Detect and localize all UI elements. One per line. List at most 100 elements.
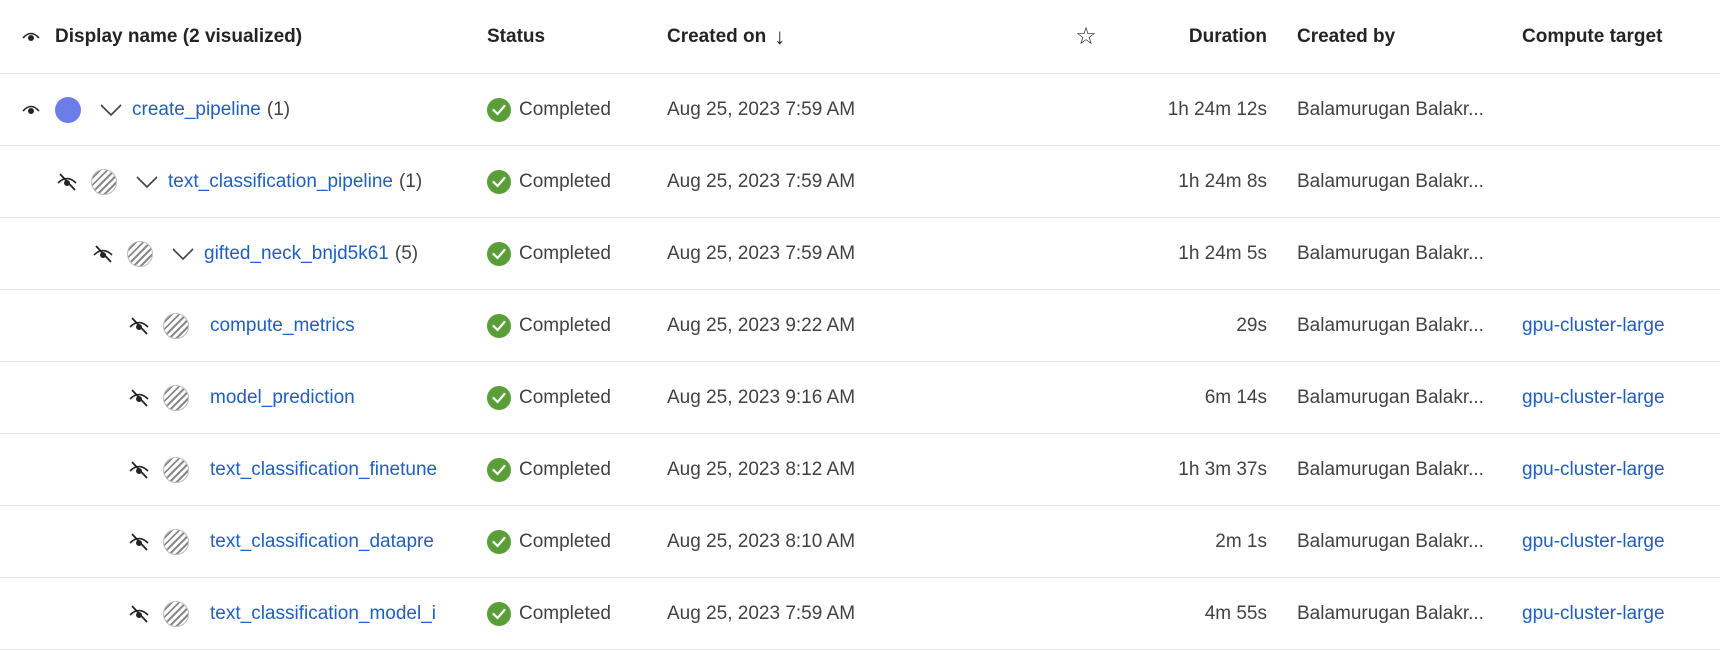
eye-off-icon[interactable] (92, 243, 114, 265)
created-on-text: Aug 25, 2023 7:59 AM (667, 602, 856, 624)
cell-created-on: Aug 25, 2023 7:59 AM (667, 74, 927, 145)
run-name-link[interactable]: gifted_neck_bnjd5k61 (204, 243, 389, 265)
header-created-on-label: Created on (667, 25, 767, 47)
table-row[interactable]: model_prediction Completed Aug 25, 2023 … (0, 362, 1720, 434)
color-swatch[interactable] (163, 384, 189, 411)
cell-display-name: gifted_neck_bnjd5k61 (5) (20, 218, 460, 289)
cell-compute-target: gpu-cluster-large (1522, 362, 1720, 433)
run-name-link[interactable]: create_pipeline (132, 99, 261, 121)
run-name-link[interactable]: text_classification_model_i (210, 603, 436, 625)
created-on-text: Aug 25, 2023 9:22 AM (667, 314, 856, 336)
table-row[interactable]: text_classification_model_i Completed Au… (0, 578, 1720, 650)
table-row[interactable]: text_classification_pipeline (1) Complet… (0, 146, 1720, 218)
run-name-link[interactable]: text_classification_finetune (210, 459, 437, 481)
eye-off-icon[interactable] (128, 459, 150, 481)
duration-text: 1h 24m 8s (1178, 170, 1267, 192)
duration-text: 1h 24m 12s (1167, 98, 1267, 120)
cell-display-name: text_classification_finetune (20, 434, 460, 505)
header-compute-target[interactable]: Compute target (1522, 0, 1720, 73)
table-row[interactable]: create_pipeline (1) Completed Aug 25, 20… (0, 74, 1720, 146)
cell-status: Completed (487, 434, 647, 505)
status-text: Completed (519, 242, 611, 264)
cell-created-on: Aug 25, 2023 9:16 AM (667, 362, 927, 433)
run-name-link[interactable]: text_classification_pipeline (168, 171, 393, 193)
cell-compute-target (1522, 74, 1720, 145)
status-text: Completed (519, 314, 611, 336)
compute-target-link[interactable]: gpu-cluster-large (1522, 531, 1665, 553)
created-on-text: Aug 25, 2023 7:59 AM (667, 98, 856, 120)
cell-display-name: model_prediction (20, 362, 460, 433)
chevron-down-icon[interactable] (98, 97, 124, 123)
header-duration-label: Duration (1188, 25, 1267, 47)
check-circle-icon (487, 601, 511, 626)
header-duration[interactable]: Duration (1100, 0, 1267, 73)
created-on-text: Aug 25, 2023 7:59 AM (667, 170, 856, 192)
created-by-text: Balamurugan Balakr... (1297, 458, 1484, 480)
cell-duration: 1h 24m 12s (1100, 74, 1267, 145)
compute-target-link[interactable]: gpu-cluster-large (1522, 459, 1665, 481)
color-swatch[interactable] (55, 96, 81, 123)
compute-target-link[interactable]: gpu-cluster-large (1522, 603, 1665, 625)
chevron-down-icon[interactable] (170, 241, 196, 267)
cell-created-by: Balamurugan Balakr... (1297, 362, 1497, 433)
check-circle-icon (487, 169, 511, 194)
eye-off-icon[interactable] (128, 387, 150, 409)
favorite-star-icon[interactable]: ☆ (1072, 0, 1100, 73)
created-by-text: Balamurugan Balakr... (1297, 242, 1484, 264)
cell-display-name: compute_metrics (20, 290, 460, 361)
cell-duration: 1h 3m 37s (1100, 434, 1267, 505)
cell-created-on: Aug 25, 2023 8:10 AM (667, 506, 927, 577)
check-circle-icon (487, 97, 511, 122)
created-on-text: Aug 25, 2023 9:16 AM (667, 386, 856, 408)
check-circle-icon (487, 241, 511, 266)
child-count: (5) (394, 242, 419, 264)
eye-icon[interactable] (20, 26, 42, 48)
table-row[interactable]: gifted_neck_bnjd5k61 (5) Completed Aug 2… (0, 218, 1720, 290)
cell-created-on: Aug 25, 2023 7:59 AM (667, 218, 927, 289)
compute-target-link[interactable]: gpu-cluster-large (1522, 387, 1665, 409)
cell-display-name: text_classification_datapre (20, 506, 460, 577)
run-name-link[interactable]: text_classification_datapre (210, 531, 434, 553)
color-swatch[interactable] (127, 240, 153, 267)
color-swatch[interactable] (91, 168, 117, 195)
duration-text: 4m 55s (1204, 602, 1267, 624)
cell-compute-target: gpu-cluster-large (1522, 578, 1720, 649)
child-count: (1) (266, 98, 291, 120)
run-name-link[interactable]: compute_metrics (210, 315, 355, 337)
color-swatch[interactable] (163, 528, 189, 555)
header-display-name[interactable]: Display name (2 visualized) (20, 0, 460, 73)
cell-created-by: Balamurugan Balakr... (1297, 146, 1497, 217)
eye-off-icon[interactable] (128, 603, 150, 625)
created-by-text: Balamurugan Balakr... (1297, 530, 1484, 552)
table-row[interactable]: text_classification_finetune Completed A… (0, 434, 1720, 506)
table-row[interactable]: text_classification_datapre Completed Au… (0, 506, 1720, 578)
cell-duration: 6m 14s (1100, 362, 1267, 433)
eye-off-icon[interactable] (128, 531, 150, 553)
eye-icon[interactable] (20, 99, 42, 121)
compute-target-link[interactable]: gpu-cluster-large (1522, 315, 1665, 337)
eye-off-icon[interactable] (128, 315, 150, 337)
cell-created-on: Aug 25, 2023 7:59 AM (667, 146, 927, 217)
chevron-down-icon[interactable] (134, 169, 160, 195)
duration-text: 1h 24m 5s (1178, 242, 1267, 264)
color-swatch[interactable] (163, 600, 189, 627)
table-row[interactable]: compute_metrics Completed Aug 25, 2023 9… (0, 290, 1720, 362)
table-header: Display name (2 visualized) Status Creat… (0, 0, 1720, 74)
cell-status: Completed (487, 578, 647, 649)
color-swatch[interactable] (163, 312, 189, 339)
cell-compute-target (1522, 146, 1720, 217)
header-status[interactable]: Status (487, 0, 647, 73)
cell-duration: 29s (1100, 290, 1267, 361)
created-by-text: Balamurugan Balakr... (1297, 314, 1484, 336)
cell-created-on: Aug 25, 2023 8:12 AM (667, 434, 927, 505)
status-text: Completed (519, 98, 611, 120)
check-circle-icon (487, 457, 511, 482)
header-created-on[interactable]: Created on ↓ (667, 0, 927, 73)
duration-text: 29s (1236, 314, 1267, 336)
color-swatch[interactable] (163, 456, 189, 483)
status-text: Completed (519, 170, 611, 192)
cell-created-by: Balamurugan Balakr... (1297, 434, 1497, 505)
eye-off-icon[interactable] (56, 171, 78, 193)
run-name-link[interactable]: model_prediction (210, 387, 355, 409)
header-created-by[interactable]: Created by (1297, 0, 1497, 73)
